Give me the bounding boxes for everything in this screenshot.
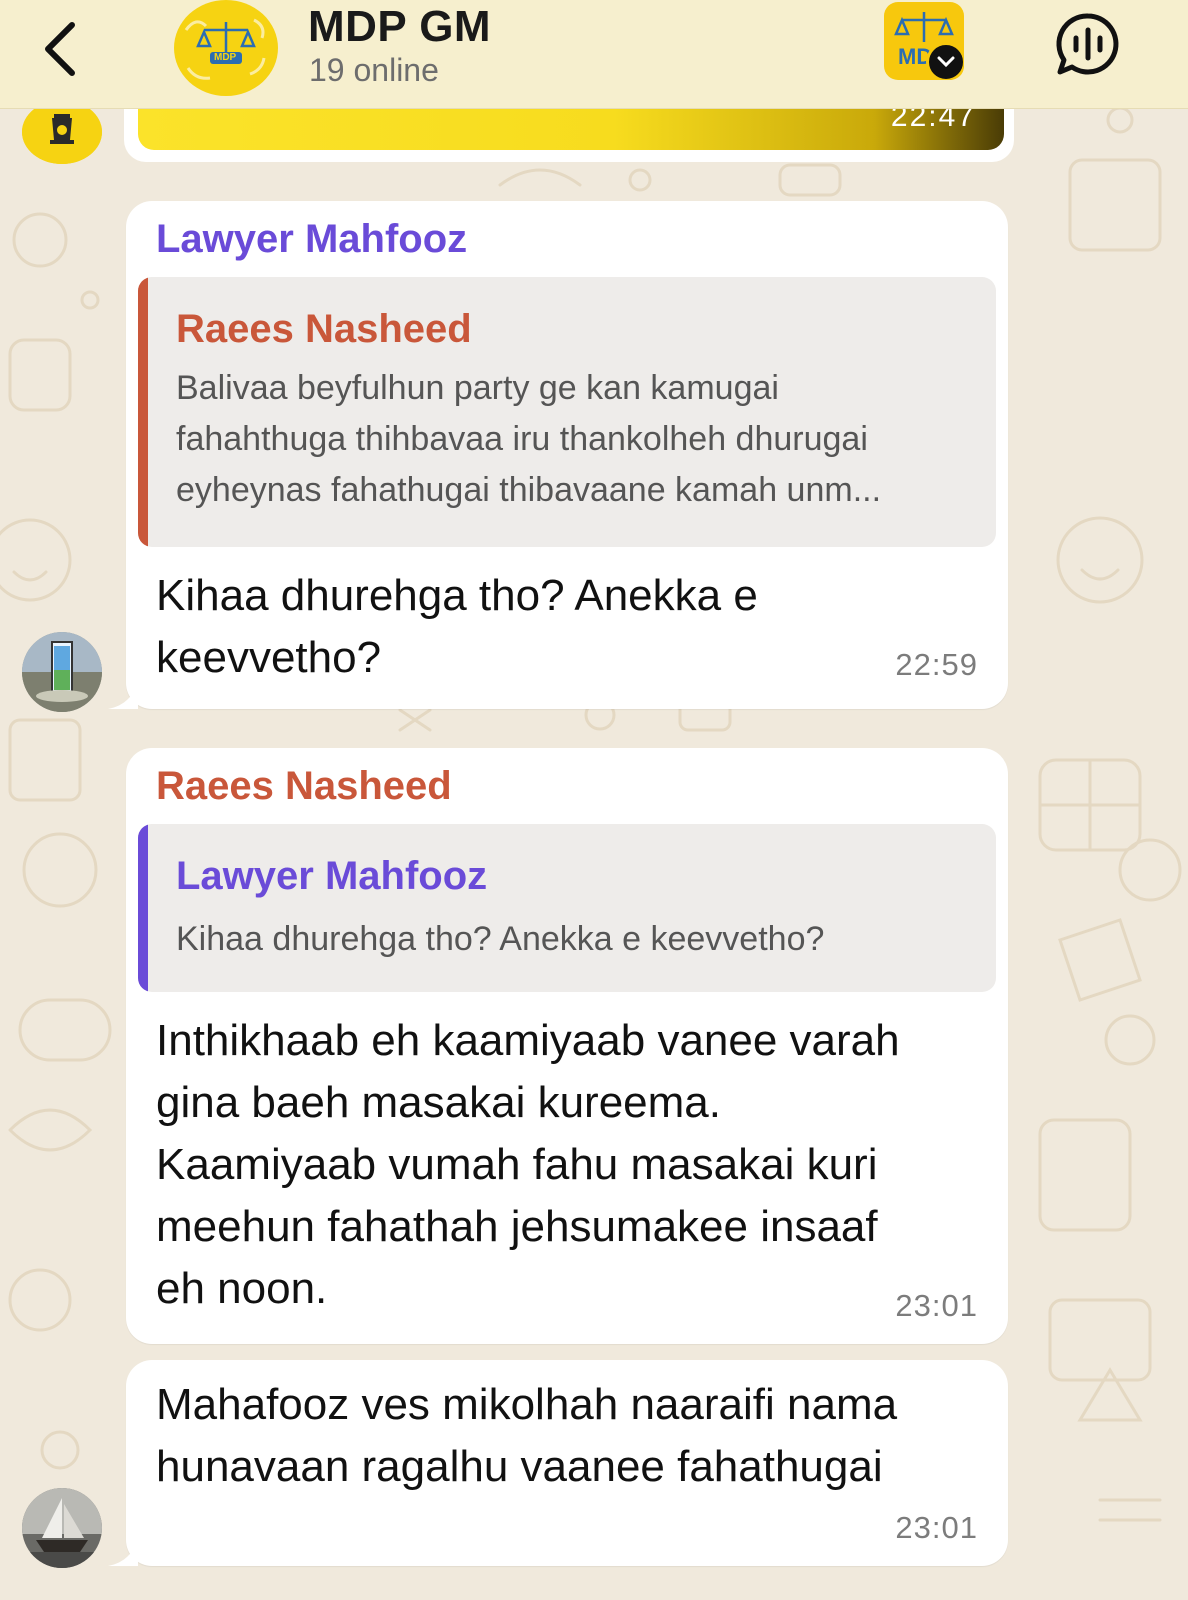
sender-name[interactable]: Lawyer Mahfooz xyxy=(156,217,467,262)
online-status: 19 online xyxy=(309,52,439,88)
sender-name[interactable]: Raees Nasheed xyxy=(156,764,452,809)
group-avatar-label: MDP xyxy=(214,52,237,63)
landscape-door-icon xyxy=(22,632,102,712)
avatar[interactable] xyxy=(22,632,102,712)
reply-sender-name: Lawyer Mahfooz xyxy=(176,854,488,898)
lantern-icon xyxy=(22,100,102,164)
avatar[interactable] xyxy=(22,100,102,164)
reply-preview[interactable]: Raees Nasheed Balivaa beyfulhun party ge… xyxy=(138,277,996,547)
reply-preview[interactable]: Lawyer Mahfooz Kihaa dhurehga tho? Anekk… xyxy=(138,824,996,992)
bubble-tail xyxy=(108,683,138,709)
chevron-left-icon xyxy=(45,22,75,76)
message-bubble[interactable]: Mahafooz ves mikolhah naaraifi nama huna… xyxy=(126,1360,1008,1566)
chevron-down-icon xyxy=(926,42,964,80)
media-preview[interactable] xyxy=(138,106,1004,150)
message-text: Inthikhaab eh kaamiyaab vanee varah gina… xyxy=(156,1016,900,1313)
back-button[interactable] xyxy=(30,14,90,84)
avatar[interactable] xyxy=(22,1488,102,1568)
group-name[interactable]: MDP GM xyxy=(308,2,491,52)
message-time: 23:01 xyxy=(895,1510,978,1545)
sailing-ship-icon xyxy=(22,1488,102,1568)
message-bubble[interactable]: Raees Nasheed Lawyer Mahfooz Kihaa dhure… xyxy=(126,748,1008,1344)
message-time: 23:01 xyxy=(895,1288,978,1323)
chat-header: MDP MDP GM 19 online MD xyxy=(0,0,1188,109)
message-bubble[interactable]: Lawyer Mahfooz Raees Nasheed Balivaa bey… xyxy=(126,201,1008,709)
group-badge[interactable]: MD xyxy=(884,2,964,80)
reply-text: Balivaa beyfulhun party ge kan kamugai f… xyxy=(176,369,882,509)
group-avatar[interactable]: MDP xyxy=(174,0,278,96)
reply-accent-bar xyxy=(138,824,148,992)
reply-text: Kihaa dhurehga tho? Anekka e keevvetho? xyxy=(176,920,825,958)
message-text: Mahafooz ves mikolhah naaraifi nama huna… xyxy=(156,1380,898,1491)
voice-chat-icon xyxy=(1056,13,1119,75)
bubble-tail xyxy=(108,1540,138,1566)
message-time: 22:59 xyxy=(895,647,978,682)
scales-logo-icon xyxy=(180,2,272,94)
reply-sender-name: Raees Nasheed xyxy=(176,307,472,351)
voice-chat-button[interactable] xyxy=(1054,10,1122,78)
message-text: Kihaa dhurehga tho? Anekka e keevvetho? xyxy=(156,571,758,682)
reply-accent-bar xyxy=(138,277,148,547)
